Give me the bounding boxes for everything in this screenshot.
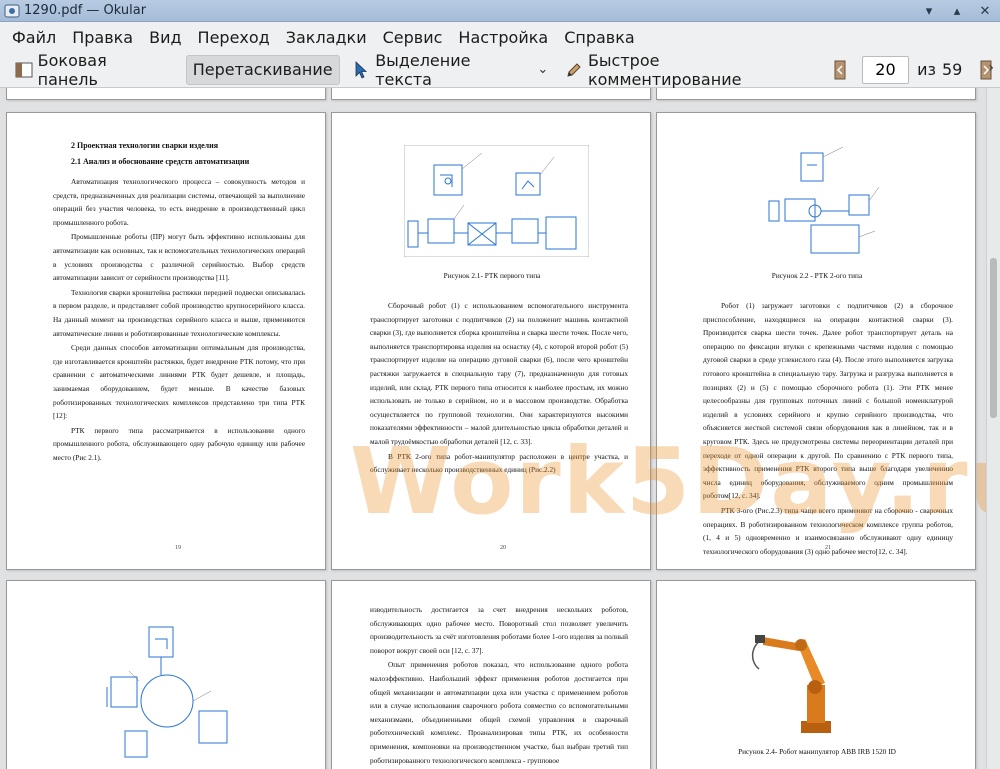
page-23: изводительность достигается за счет внед… [331, 580, 651, 769]
paragraph: Опыт применения роботов показал, что исп… [370, 660, 628, 765]
sidebar-button[interactable]: Боковая панель [8, 51, 176, 89]
paragraph: изводительность достигается за счет внед… [370, 605, 628, 655]
drag-mode-label: Перетаскивание [192, 60, 333, 79]
toolbar-overflow-icon[interactable]: › [988, 60, 994, 76]
paragraph: Робот (1) загружает заготовки с подпитчи… [703, 301, 953, 501]
page-18-bottom [656, 88, 976, 100]
paragraph: Технология сварки кронштейна растяжки пе… [53, 287, 305, 338]
paragraph: Автоматизация технологического процесса … [53, 177, 305, 227]
scrollbar-thumb[interactable] [990, 258, 997, 418]
paragraph: РТК первого типа рассматривается в испол… [53, 425, 305, 462]
quick-annotation-button[interactable]: Быстрое комментирование [558, 51, 820, 89]
document-viewport[interactable]: 2 Проектная технологии сварки изделия 2.… [0, 88, 986, 769]
page-number: 21 [825, 545, 831, 551]
rtk-type-1-diagram [404, 145, 589, 257]
paragraph: Промышленные роботы (ПР) могут быть эффе… [53, 232, 305, 283]
robot-manipulator-image [751, 635, 831, 733]
page-number: 20 [500, 545, 506, 551]
rtk-type-3-diagram [106, 626, 228, 758]
figure-caption: Рисунок 2.2 - РТК 2-ого типа [771, 271, 863, 280]
main-toolbar: Боковая панель Перетаскивание Выделение … [0, 51, 1000, 89]
page-20: Рисунок 2.1- РТК первого типа Сборочный … [331, 112, 651, 570]
menu-help[interactable]: Справка [556, 28, 643, 47]
section-heading: 2 Проектная технологии сварки изделия [71, 141, 219, 150]
sidebar-icon [14, 60, 34, 80]
figure-caption: Рисунок 2.1- РТК первого типа [443, 271, 541, 280]
cursor-icon [352, 60, 372, 80]
paragraph: Сборочный робот (1) с использованием всп… [370, 301, 628, 446]
rtk-type-2-diagram [768, 147, 880, 254]
window-title: 1290.pdf — Okular [24, 3, 147, 18]
menu-view[interactable]: Вид [141, 28, 189, 47]
page-21-body: Робот (1) загружает заготовки с подпитчи… [703, 299, 953, 559]
pencil-icon [564, 60, 584, 80]
page-number-input[interactable]: 20 [861, 55, 910, 84]
page-20-body: Сборочный робот (1) с использованием всп… [370, 299, 628, 478]
menu-go[interactable]: Переход [190, 28, 278, 47]
okular-app-icon [4, 3, 20, 19]
figure-caption: Рисунок 2.4- Робот манипулятор ABB IRB 1… [738, 747, 896, 756]
menu-tools[interactable]: Сервис [375, 28, 451, 47]
page-16-bottom [6, 88, 326, 100]
text-select-label: Выделение текста [375, 50, 471, 89]
title-bar: 1290.pdf — Okular ▾ ▴ ✕ [0, 0, 1000, 22]
page-21: Рисунок 2.2 - РТК 2-ого типа Робот (1) з… [656, 112, 976, 570]
subsection-heading: 2.1 Анализ и обоснование средств автомат… [71, 157, 250, 166]
sidebar-button-label: Боковая панель [37, 50, 107, 89]
chevron-down-icon[interactable]: ⌄ [537, 62, 548, 77]
menu-edit[interactable]: Правка [64, 28, 141, 47]
page-23-body: изводительность достигается за счет внед… [370, 603, 628, 768]
page-number: 19 [175, 545, 181, 551]
menu-settings[interactable]: Настройка [450, 28, 556, 47]
text-select-button[interactable]: Выделение текста ⌄ [346, 51, 555, 89]
previous-page-icon[interactable] [830, 60, 850, 80]
page-22 [6, 580, 326, 769]
page-of-label: из [917, 60, 936, 79]
page-19-body: Автоматизация технологического процесса … [53, 175, 305, 465]
menu-file[interactable]: Файл [4, 28, 64, 47]
paragraph: В РТК 2-ого типа робот-манипулятор распо… [370, 451, 628, 475]
vertical-scrollbar[interactable] [986, 88, 1000, 769]
total-pages: 59 [941, 60, 963, 79]
close-icon[interactable]: ✕ [976, 2, 994, 20]
maximize-icon[interactable]: ▴ [948, 2, 966, 20]
paragraph: Среди данных способов автоматизации опти… [53, 343, 305, 421]
minimize-icon[interactable]: ▾ [920, 2, 938, 20]
page-24: Рисунок 2.4- Робот манипулятор ABB IRB 1… [656, 580, 976, 769]
drag-mode-button[interactable]: Перетаскивание [185, 54, 340, 85]
page-19: 2 Проектная технологии сварки изделия 2.… [6, 112, 326, 570]
menu-bookmarks[interactable]: Закладки [278, 28, 375, 47]
page-17-bottom [331, 88, 651, 100]
menu-bar: Файл Правка Вид Переход Закладки Сервис … [0, 22, 1000, 52]
quick-annotation-label: Быстрое комментирование [587, 50, 742, 89]
